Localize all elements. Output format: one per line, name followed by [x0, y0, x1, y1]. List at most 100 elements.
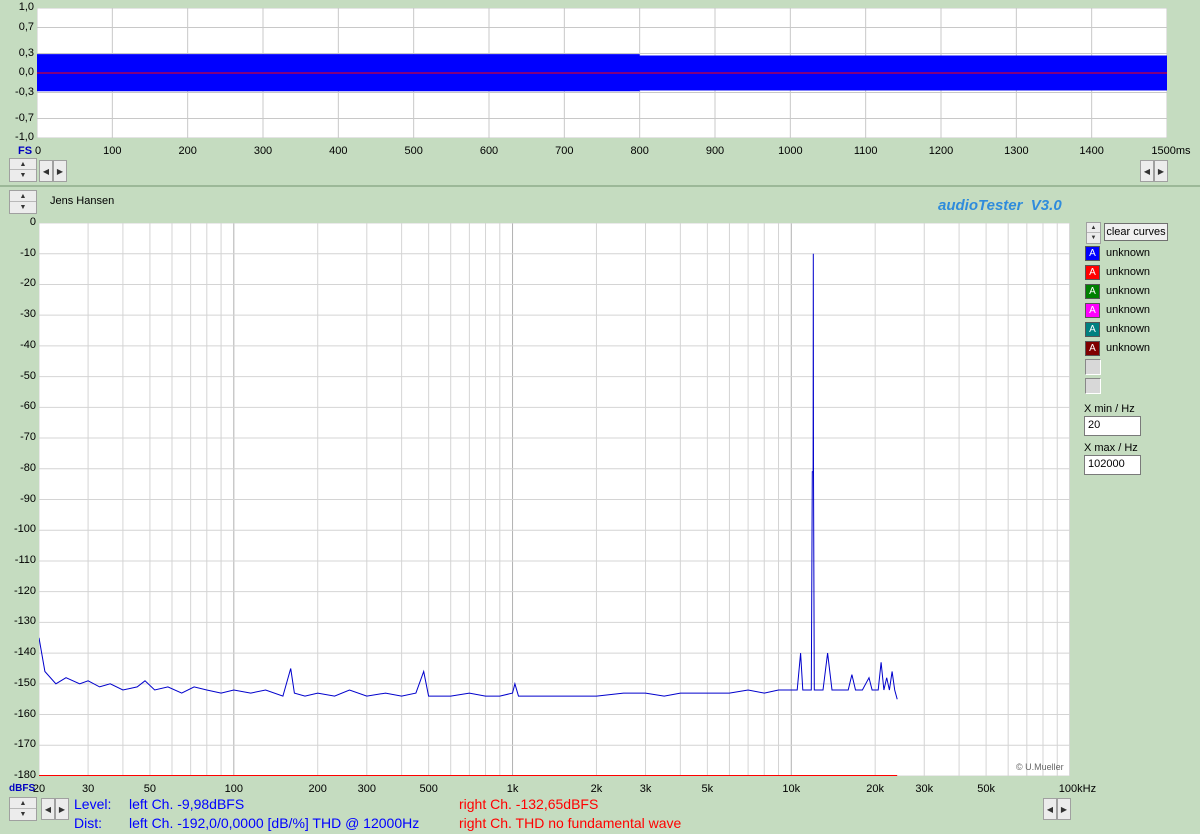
mid-vertical-spinner[interactable]: ▲ ▼	[9, 190, 37, 214]
time-x-tick: 1100	[853, 145, 878, 157]
top-scroll-right-button-right[interactable]: ▶	[1154, 160, 1168, 182]
time-x-tick: 0	[35, 145, 42, 157]
xmin-label: X min / Hz	[1084, 403, 1135, 415]
clear-curves-button[interactable]: clear curves	[1104, 223, 1168, 241]
time-chart	[37, 8, 1167, 138]
app-title: audioTester V3.0	[938, 197, 1062, 214]
spectrum-x-tick: 30	[81, 783, 95, 795]
spectrum-y-tick: -40	[20, 338, 36, 351]
spectrum-y-tick: -80	[20, 461, 36, 474]
spin-down-icon[interactable]: ▼	[10, 202, 36, 213]
spectrum-x-tick: 500	[419, 783, 438, 795]
legend-color-swatch[interactable]: A	[1085, 265, 1100, 280]
time-x-tick: 1200	[928, 145, 954, 157]
spectrum-y-tick: -130	[13, 615, 36, 628]
spectrum-x-tick: 10k	[782, 783, 801, 795]
xmax-label: X max / Hz	[1084, 442, 1138, 454]
dist-left: left Ch. -192,0/0,0000 [dB/%] THD @ 1200…	[129, 815, 420, 831]
spectrum-x-tick: 5k	[701, 783, 714, 795]
spectrum-y-tick: -50	[20, 369, 36, 382]
curve-spinner[interactable]: ▲ ▼	[1086, 222, 1101, 244]
bottom-scroll-left-button[interactable]: ◀	[41, 798, 55, 820]
time-x-tick: 400	[329, 145, 348, 157]
time-x-tick: 1500ms	[1151, 145, 1191, 157]
legend-label: unknown	[1106, 323, 1151, 335]
spectrum-chart	[39, 223, 1070, 776]
legend-label: unknown	[1106, 304, 1151, 316]
top-scroll-right-button[interactable]: ▶	[53, 160, 67, 182]
time-y-tick: 1,0	[18, 1, 34, 13]
time-y-tick: -1,0	[15, 131, 34, 143]
y-unit-label: dBFS	[9, 783, 36, 794]
spectrum-y-tick: -170	[13, 738, 36, 751]
time-x-tick: 700	[555, 145, 574, 157]
time-y-tick: -0,7	[15, 111, 34, 124]
spectrum-y-tick: -90	[20, 492, 36, 505]
spectrum-y-tick: -70	[20, 431, 36, 444]
spectrum-x-tick: 3k	[639, 783, 652, 795]
spin-down-icon[interactable]: ▼	[10, 170, 36, 181]
spectrum-x-tick: 100	[224, 783, 243, 795]
copyright-label: © U.Mueller	[1016, 762, 1064, 772]
legend-color-swatch[interactable]: A	[1085, 322, 1100, 337]
dist-right: right Ch. THD no fundamental wave	[459, 815, 682, 831]
spectrum-y-tick: -100	[13, 523, 36, 536]
spectrum-y-tick: -30	[20, 308, 36, 321]
fs-label: FS	[18, 145, 33, 157]
time-x-tick: 100	[103, 145, 122, 157]
level-label: Level:	[74, 796, 112, 812]
spectrum-x-tick: 100kHz	[1058, 783, 1097, 795]
legend-label: unknown	[1106, 342, 1151, 354]
time-y-tick: 0,0	[18, 66, 34, 78]
spectrum-y-tick: -60	[20, 400, 36, 413]
spectrum-x-tick: 20	[32, 783, 46, 795]
top-scroll-left-button[interactable]: ◀	[39, 160, 53, 182]
spin-up-icon[interactable]: ▲	[1087, 223, 1100, 233]
spin-up-icon[interactable]: ▲	[10, 159, 36, 170]
time-y-tick: -0,3	[15, 85, 34, 98]
level-left: left Ch. -9,98dBFS	[129, 796, 245, 812]
spectrum-y-tick: 0	[29, 216, 36, 228]
top-scroll-left-button-right[interactable]: ◀	[1140, 160, 1154, 182]
empty-checkbox-1[interactable]	[1085, 359, 1101, 375]
spectrum-x-tick: 200	[308, 783, 327, 795]
xmax-input[interactable]: 102000	[1084, 455, 1141, 475]
spectrum-x-tick: 20k	[866, 783, 885, 795]
clear-curves-label: clear curves	[1106, 226, 1166, 238]
legend-color-swatch[interactable]: A	[1085, 341, 1100, 356]
legend-color-swatch[interactable]: A	[1085, 284, 1100, 299]
legend-label: unknown	[1106, 266, 1151, 278]
spectrum-x-tick: 1k	[506, 783, 519, 795]
time-y-tick: 0,7	[18, 20, 34, 33]
spectrum-y-tick: -180	[13, 769, 36, 781]
legend-color-swatch[interactable]: A	[1085, 303, 1100, 318]
spectrum-x-tick: 30k	[915, 783, 934, 795]
legend-color-swatch[interactable]: A	[1085, 246, 1100, 261]
spectrum-y-tick: -20	[20, 277, 36, 290]
spin-up-icon[interactable]: ▲	[10, 191, 36, 202]
empty-checkbox-2[interactable]	[1085, 378, 1101, 394]
time-x-tick: 300	[253, 145, 273, 157]
spectrum-y-tick: -160	[13, 707, 36, 720]
bottom-scroll-right-button[interactable]: ▶	[55, 798, 69, 820]
spin-down-icon[interactable]: ▼	[1087, 233, 1100, 243]
xmin-input[interactable]: 20	[1084, 416, 1141, 436]
time-x-tick: 1400	[1079, 145, 1104, 157]
bottom-vertical-spinner[interactable]: ▲ ▼	[9, 797, 37, 821]
spin-down-icon[interactable]: ▼	[10, 809, 36, 820]
panel-divider[interactable]	[0, 185, 1200, 187]
bottom-scroll-left-button-right[interactable]: ◀	[1043, 798, 1057, 820]
time-y-tick: 0,3	[18, 46, 34, 59]
level-right: right Ch. -132,65dBFS	[459, 796, 599, 812]
bottom-scroll-right-button-right[interactable]: ▶	[1057, 798, 1071, 820]
time-x-tick: 1000	[778, 145, 803, 157]
spectrum-y-tick: -150	[13, 676, 36, 689]
top-vertical-spinner[interactable]: ▲ ▼	[9, 158, 37, 182]
spin-up-icon[interactable]: ▲	[10, 798, 36, 809]
legend-label: unknown	[1106, 285, 1151, 297]
time-x-tick: 500	[404, 145, 423, 157]
time-x-tick: 200	[178, 145, 197, 157]
spectrum-x-tick: 2k	[590, 783, 603, 795]
spectrum-x-tick: 300	[357, 783, 376, 795]
spectrum-x-tick: 50	[143, 783, 157, 795]
